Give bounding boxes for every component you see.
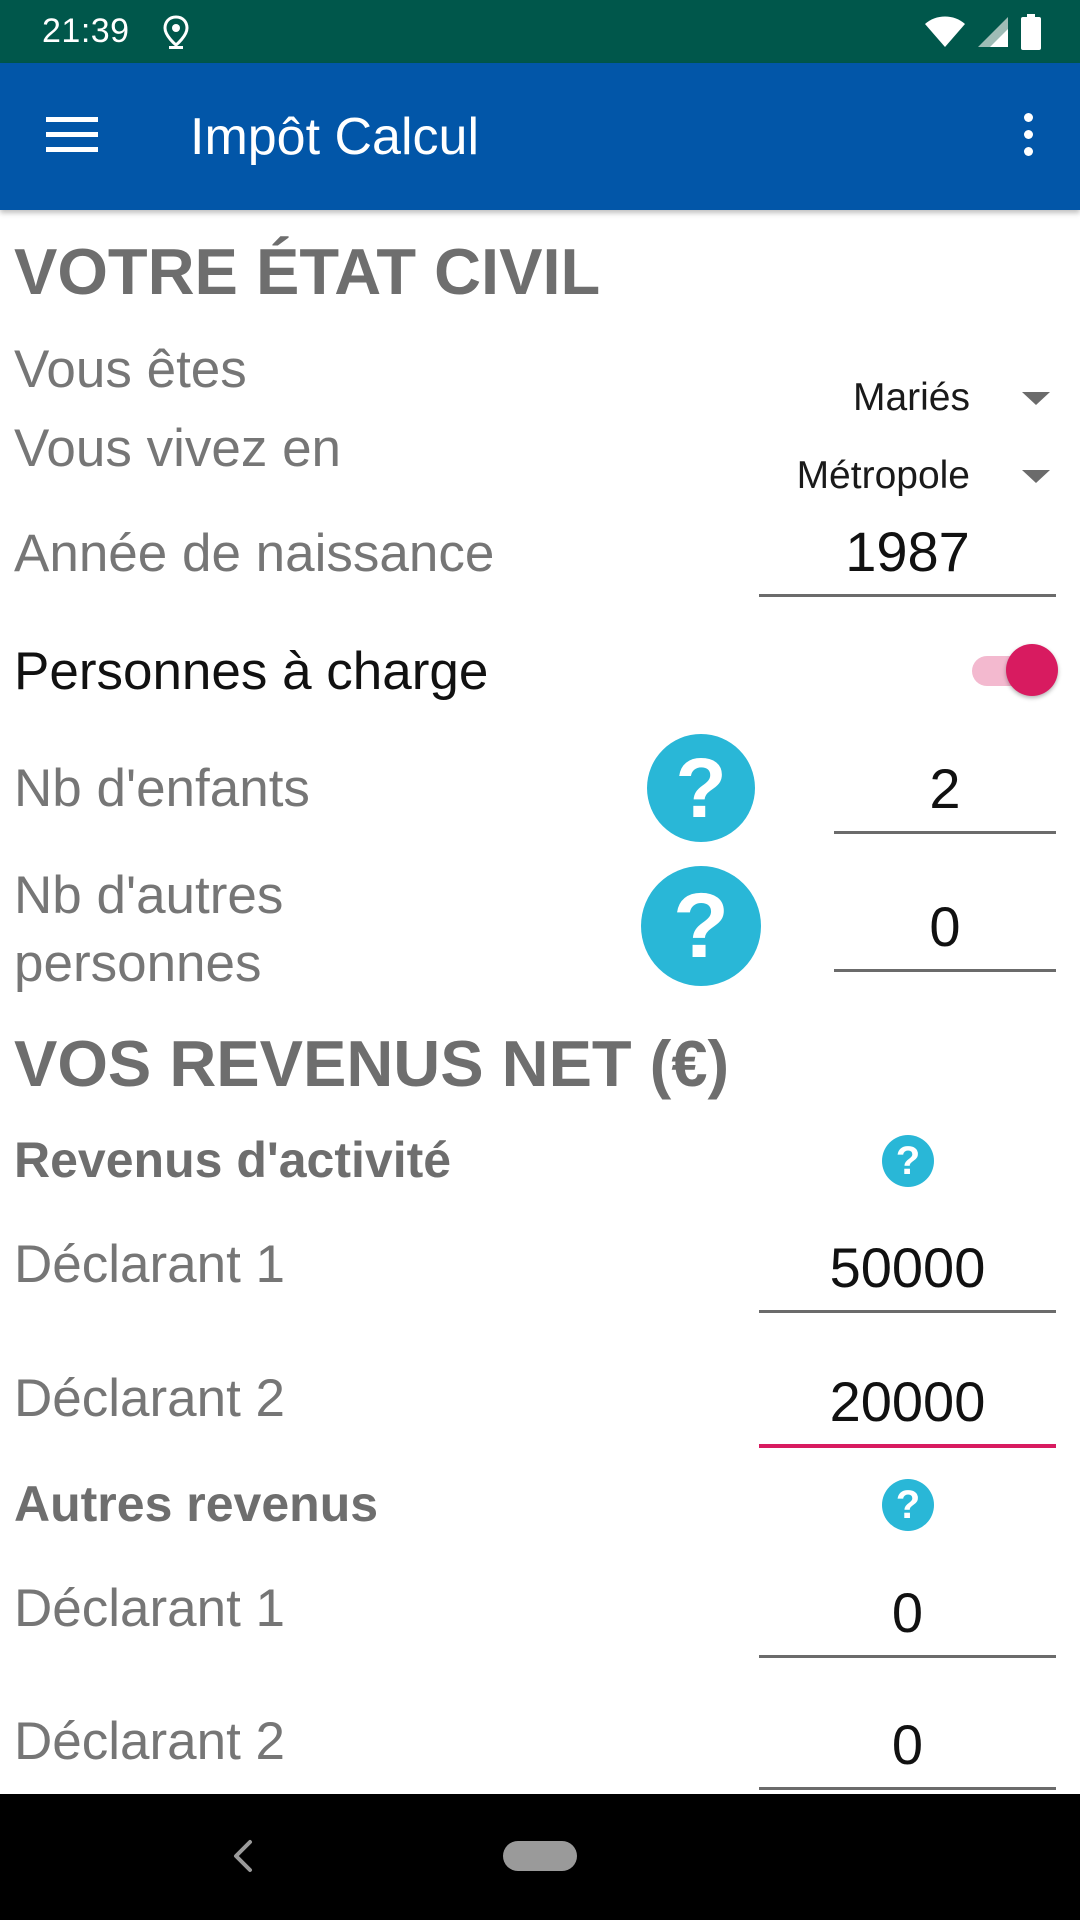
others-help-icon[interactable]: ? [641,866,761,986]
activite-declarant1-label: Déclarant 1 [14,1235,286,1294]
situation-label: Vous êtes [14,340,247,399]
status-icons [924,12,1042,52]
activite-title: Revenus d'activité [14,1132,452,1188]
children-help-icon[interactable]: ? [647,734,755,842]
dropdown-arrow-icon [1022,470,1050,483]
system-nav-bar [0,1794,1080,1920]
status-time: 21:39 [42,12,130,50]
situation-value: Mariés [852,376,970,419]
autres-declarant1-label: Déclarant 1 [14,1579,286,1638]
form-content[interactable]: VOTRE ÉTAT CIVIL Vous êtes Mariés Vous v… [0,210,1080,1794]
others-field[interactable]: 0 [834,884,1056,972]
section-title-etat-civil: VOTRE ÉTAT CIVIL [14,235,601,308]
back-arrow-icon[interactable] [224,1834,264,1878]
activite-declarant1-field[interactable]: 50000 [759,1224,1056,1313]
children-label: Nb d'enfants [14,759,310,818]
residence-dropdown[interactable]: Métropole [690,446,1050,506]
more-vertical-icon[interactable] [1008,109,1048,161]
status-bar: 21:39 [0,0,1080,63]
others-label-line1: Nb d'autres [14,866,284,925]
app-bar: Impôt Calcul [0,63,1080,210]
others-value: 0 [929,895,961,958]
activite-declarant1-value: 50000 [829,1236,986,1299]
dependents-label: Personnes à charge [14,642,489,701]
dependents-toggle[interactable] [968,640,1058,700]
children-value: 2 [929,757,961,820]
autres-title: Autres revenus [14,1476,379,1532]
autres-declarant2-field[interactable]: 0 [759,1701,1056,1790]
situation-dropdown[interactable]: Mariés [690,368,1050,428]
location-icon [163,15,189,49]
app-title: Impôt Calcul [190,108,479,166]
autres-declarant1-field[interactable]: 0 [759,1569,1056,1658]
birth-year-value: 1987 [845,520,970,583]
birth-year-label: Année de naissance [14,524,495,583]
wifi-icon [925,16,965,47]
hamburger-menu-icon[interactable] [46,115,100,155]
signal-icon [978,17,1008,47]
activite-declarant2-field[interactable]: 20000 [759,1358,1056,1448]
autres-declarant1-value: 0 [891,1581,924,1644]
others-label-line2: personnes [14,934,262,993]
toggle-thumb [1006,644,1058,696]
battery-icon [1021,14,1041,50]
autres-help-icon[interactable]: ? [882,1479,934,1531]
activite-declarant2-value: 20000 [829,1370,986,1433]
home-pill-icon[interactable] [503,1841,577,1871]
activite-declarant2-label: Déclarant 2 [14,1369,286,1428]
residence-label: Vous vivez en [14,419,342,478]
activite-help-icon[interactable]: ? [882,1135,934,1187]
autres-declarant2-value: 0 [891,1713,924,1776]
dropdown-arrow-icon [1022,392,1050,405]
autres-declarant2-label: Déclarant 2 [14,1712,286,1771]
children-field[interactable]: 2 [834,746,1056,834]
birth-year-field[interactable]: 1987 [759,510,1056,597]
residence-value: Métropole [796,454,970,497]
section-title-revenus: VOS REVENUS NET (€) [14,1027,730,1100]
